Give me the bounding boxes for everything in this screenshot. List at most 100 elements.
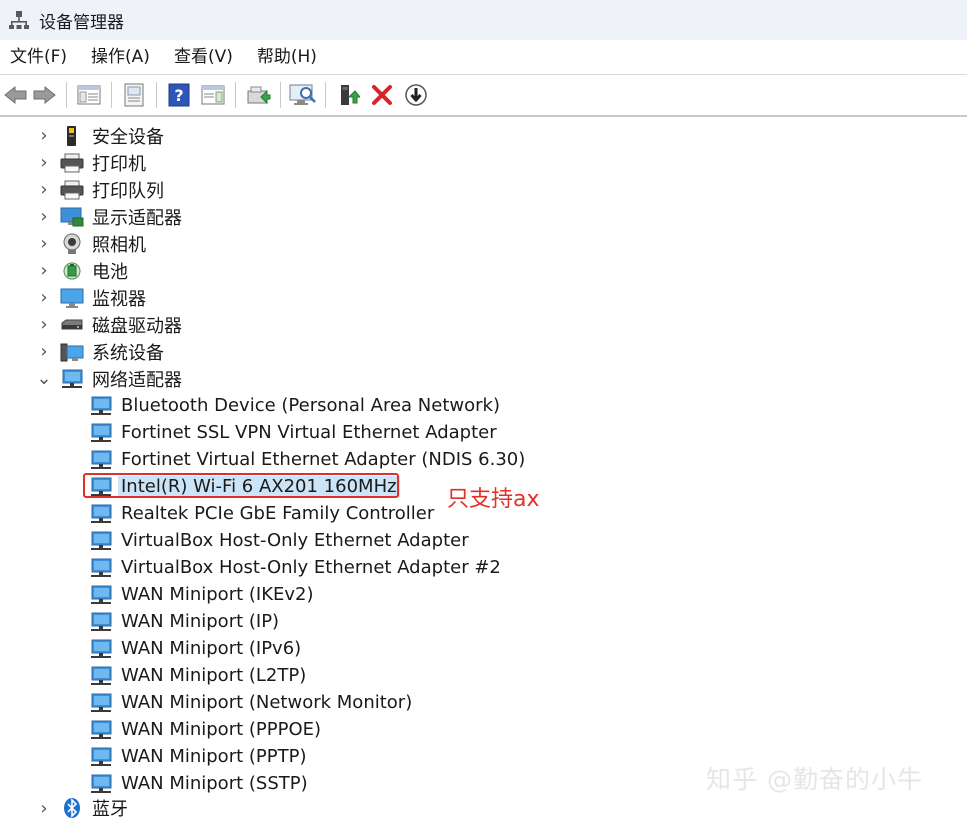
device-tree[interactable]: › 安全设备 › 打印机 › 打印队列 › 显示适配器 › 照相机 › 电池 ›… [0,122,967,819]
network-adapter-item[interactable]: WAN Miniport (IPv6) [0,635,967,662]
watermark: 知乎 @勤奋的小牛 [706,765,923,794]
network-adapter-list: Bluetooth Device (Personal Area Network)… [0,392,967,797]
toolbar: ? [0,75,967,117]
network-adapter-label: Realtek PCIe GbE Family Controller [121,503,435,524]
menu-help[interactable]: 帮助(H) [245,42,329,72]
network-adapter-label: WAN Miniport (SSTP) [121,773,308,794]
bluetooth-icon [60,797,84,819]
chevron-right-icon[interactable]: › [38,797,50,819]
enable-device-icon[interactable] [334,81,362,109]
network-adapter-icon [89,719,113,741]
annotation-text: 只支持ax [447,487,540,512]
back-arrow-icon[interactable] [2,81,30,109]
chevron-down-icon[interactable]: ⌄ [36,365,51,392]
chevron-right-icon[interactable]: › [38,257,50,284]
tree-item-display-adapters[interactable]: › 显示适配器 [0,203,967,230]
network-adapter-icon [89,530,113,552]
network-adapter-label: WAN Miniport (IPv6) [121,638,302,659]
tree-item-cameras[interactable]: › 照相机 [0,230,967,257]
device-manager-icon [9,11,29,29]
network-adapter-label: WAN Miniport (Network Monitor) [121,692,413,713]
network-adapter-label: WAN Miniport (L2TP) [121,665,307,686]
network-adapter-item[interactable]: WAN Miniport (IKEv2) [0,581,967,608]
network-adapter-item[interactable]: Fortinet Virtual Ethernet Adapter (NDIS … [0,446,967,473]
network-adapter-icon [89,692,113,714]
network-adapter-icon [89,746,113,768]
tree-item-printers[interactable]: › 打印机 [0,149,967,176]
network-adapter-label: Fortinet SSL VPN Virtual Ethernet Adapte… [121,422,497,443]
network-adapter-icon [89,449,113,471]
network-adapter-label: WAN Miniport (IKEv2) [121,584,314,605]
tree-item-system-devices[interactable]: › 系统设备 [0,338,967,365]
network-adapter-icon [89,503,113,525]
network-adapter-icon [89,665,113,687]
chevron-right-icon[interactable]: › [38,203,50,230]
menu-bar: 文件(F) 操作(A) 查看(V) 帮助(H) [0,40,967,75]
network-adapter-item[interactable]: Fortinet SSL VPN Virtual Ethernet Adapte… [0,419,967,446]
network-adapter-item[interactable]: WAN Miniport (IP) [0,608,967,635]
chevron-right-icon[interactable]: › [38,284,50,311]
network-adapter-item[interactable]: WAN Miniport (PPPOE) [0,716,967,743]
chevron-right-icon[interactable]: › [38,230,50,257]
security-device-icon [60,125,84,147]
network-adapter-item[interactable]: VirtualBox Host-Only Ethernet Adapter [0,527,967,554]
svg-text:?: ? [174,86,183,105]
uninstall-device-icon[interactable] [368,81,396,109]
highlight-box [83,473,399,498]
disk-drive-icon [60,314,84,336]
network-adapter-icon [89,584,113,606]
network-adapter-icon [60,368,84,390]
tree-item-monitors[interactable]: › 监视器 [0,284,967,311]
chevron-right-icon[interactable]: › [38,149,50,176]
network-adapter-item[interactable]: WAN Miniport (Network Monitor) [0,689,967,716]
system-device-icon [60,341,84,363]
network-adapter-item[interactable]: VirtualBox Host-Only Ethernet Adapter #2 [0,554,967,581]
tree-item-print-queues[interactable]: › 打印队列 [0,176,967,203]
network-adapter-label: WAN Miniport (PPTP) [121,746,307,767]
menu-file[interactable]: 文件(F) [0,42,79,72]
printer-icon [60,152,84,174]
network-adapter-icon [89,395,113,417]
title-bar: 设备管理器 [0,0,967,40]
toolbar-separator [156,82,157,108]
toolbar-separator [280,82,281,108]
chevron-right-icon[interactable]: › [38,176,50,203]
print-queue-icon [60,179,84,201]
tree-item-network-adapters[interactable]: ⌄ 网络适配器 [0,365,967,392]
network-adapter-label: Bluetooth Device (Personal Area Network) [121,395,500,416]
toolbar-separator [325,82,326,108]
display-adapter-icon [60,206,84,228]
toolbar-separator [111,82,112,108]
chevron-right-icon[interactable]: › [38,338,50,365]
camera-icon [60,233,84,255]
properties-icon[interactable] [120,81,148,109]
network-adapter-label: VirtualBox Host-Only Ethernet Adapter #2 [121,557,501,578]
forward-arrow-icon[interactable] [30,81,58,109]
toolbar-separator [235,82,236,108]
network-adapter-label: Fortinet Virtual Ethernet Adapter (NDIS … [121,449,526,470]
network-adapter-icon [89,611,113,633]
toolbar-separator [66,82,67,108]
tree-item-disk-drives[interactable]: › 磁盘驱动器 [0,311,967,338]
chevron-right-icon[interactable]: › [38,122,50,149]
network-adapter-label: WAN Miniport (IP) [121,611,280,632]
network-adapter-item[interactable]: WAN Miniport (L2TP) [0,662,967,689]
tree-item-bluetooth[interactable]: › 蓝牙 [0,797,967,819]
battery-icon [60,260,84,282]
menu-action[interactable]: 操作(A) [79,42,162,72]
tree-item-security-devices[interactable]: › 安全设备 [0,122,967,149]
window-title: 设备管理器 [39,12,124,33]
update-driver-icon[interactable] [244,81,272,109]
monitor-icon [60,287,84,309]
tree-item-batteries[interactable]: › 电池 [0,257,967,284]
help-icon[interactable]: ? [165,81,193,109]
chevron-right-icon[interactable]: › [38,311,50,338]
action-pane-icon[interactable] [199,81,227,109]
menu-view[interactable]: 查看(V) [162,42,245,72]
network-adapter-label: VirtualBox Host-Only Ethernet Adapter [121,530,469,551]
network-adapter-icon [89,773,113,795]
disable-device-icon[interactable] [402,81,430,109]
console-tree-icon[interactable] [75,81,103,109]
network-adapter-item[interactable]: Bluetooth Device (Personal Area Network) [0,392,967,419]
scan-hardware-icon[interactable] [289,81,317,109]
